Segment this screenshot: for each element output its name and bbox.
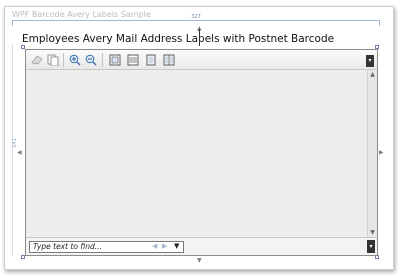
width-adorner: 327 [12,14,380,26]
page-heading: Employees Avery Mail Address Labels with… [22,33,335,45]
print-icon [30,55,43,65]
document-viewer: ▾ ▲ ▼ Type text to find... ◀ ▶ ▼ ▾ [25,49,378,256]
resize-left-arrow-icon[interactable]: ◀ [17,150,22,156]
resize-down-arrow-icon[interactable]: ▼ [197,258,202,264]
zoom-out-button[interactable] [84,53,97,66]
two-pages-icon [163,54,174,65]
viewer-toolbar: ▾ [26,50,377,70]
two-pages-button[interactable] [162,53,175,66]
copy-icon [47,54,58,66]
print-button[interactable] [30,53,43,66]
actual-size-icon [109,54,120,65]
vertical-scrollbar[interactable]: ▲ ▼ [367,70,377,237]
resize-right-arrow-icon[interactable]: ▶ [379,150,384,156]
text-caret [199,29,200,46]
page-width-button[interactable] [126,53,139,66]
page-width-icon [127,54,138,65]
zoom-in-button[interactable] [68,53,81,66]
whole-page-icon [146,54,155,65]
find-previous-icon[interactable]: ◀ [152,240,157,252]
document-page-area[interactable] [26,70,367,237]
find-overflow-button[interactable]: ▾ [367,240,375,253]
find-input[interactable]: Type text to find... [29,241,184,253]
window-title: WPF Barcode Avery Labels Sample [12,10,151,19]
copy-button[interactable] [46,53,59,66]
height-adorner: 241 [11,44,18,256]
find-toolbar: Type text to find... ◀ ▶ ▼ ▾ [26,237,377,255]
find-options-dropdown-icon[interactable]: ▼ [174,240,179,252]
zoom-out-icon [85,54,96,65]
scroll-down-icon[interactable]: ▼ [368,229,377,236]
scroll-up-icon[interactable]: ▲ [368,71,377,78]
width-adorner-label: 327 [189,14,203,20]
find-next-icon[interactable]: ▶ [162,240,167,252]
actual-size-button[interactable] [108,53,121,66]
toolbar-overflow-button[interactable]: ▾ [366,55,374,67]
whole-page-button[interactable] [144,53,157,66]
height-adorner-label: 241 [11,138,18,148]
zoom-in-icon [69,54,80,65]
